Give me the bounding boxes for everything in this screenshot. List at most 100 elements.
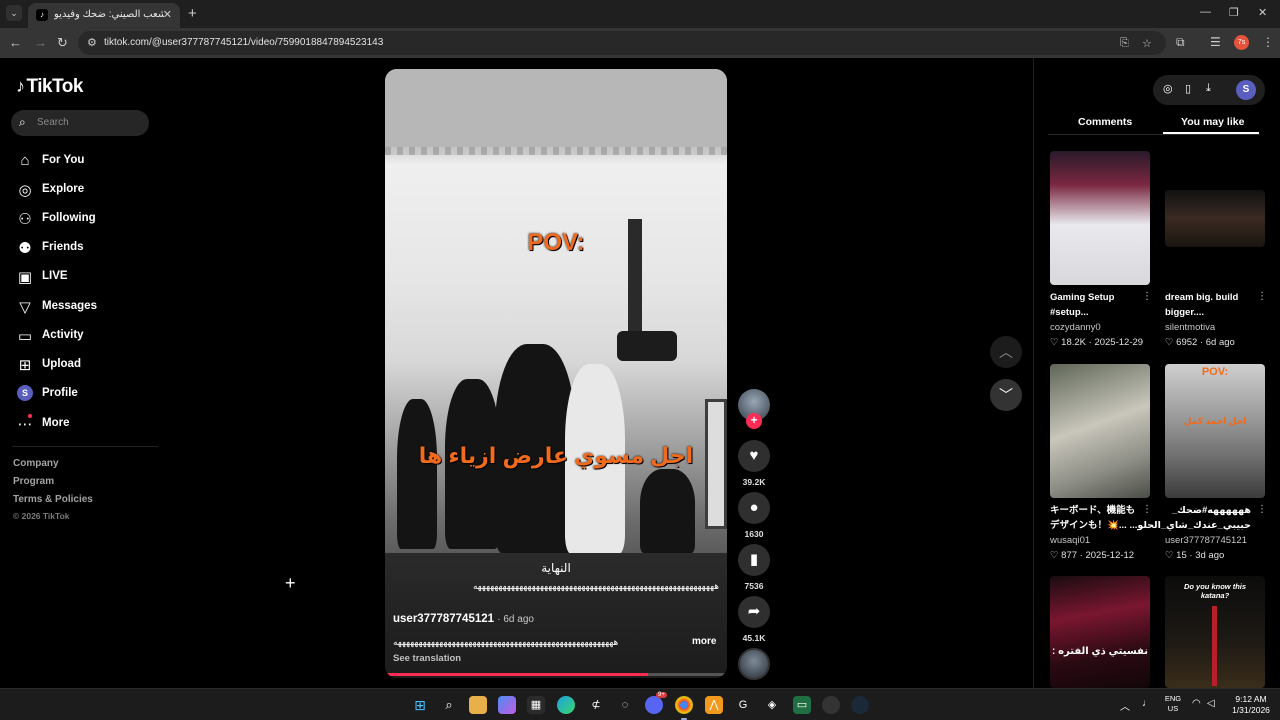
store-icon[interactable]: ▦ <box>527 696 545 714</box>
windows-start-icon[interactable]: ⊞ <box>411 696 429 714</box>
system-clock[interactable]: 9:12 AM 1/31/2026 <box>1226 694 1276 716</box>
close-window-icon[interactable]: ✕ <box>1258 6 1267 19</box>
terminal-icon[interactable]: ▭ <box>793 696 811 714</box>
card-author[interactable]: silentmotiva <box>1165 322 1215 333</box>
sidebar-item-for-you[interactable]: ⌂ For You <box>16 150 156 172</box>
microphone-icon[interactable]: ♩ <box>1142 698 1152 709</box>
app-icon[interactable]: G <box>734 696 752 714</box>
card-more-icon[interactable]: ⋮ <box>1257 504 1267 515</box>
card-title[interactable]: ههههههه#ضحك_ حبيبي_عندك_شاي_الحلو... <box>1129 503 1251 533</box>
file-explorer-icon[interactable] <box>469 696 487 714</box>
card-more-icon[interactable]: ⋮ <box>1142 504 1152 515</box>
chrome-icon[interactable] <box>675 696 693 720</box>
card-author[interactable]: wusaqi01 <box>1050 535 1090 546</box>
app-icon[interactable] <box>822 696 840 714</box>
sidebar-item-live[interactable]: ▣ LIVE <box>16 266 156 288</box>
tray-overflow-icon[interactable]: ︿ <box>1120 698 1130 713</box>
discord-icon[interactable] <box>645 696 663 714</box>
sidebar-item-following[interactable]: ⚇ Following <box>16 208 156 230</box>
forward-icon[interactable]: → <box>34 35 47 50</box>
sidebar-item-explore[interactable]: ◎ Explore <box>16 179 156 201</box>
sidebar-item-profile[interactable]: S Profile <box>16 383 156 405</box>
search-icon[interactable]: ⌕ <box>440 696 458 714</box>
copilot-icon[interactable] <box>498 696 516 714</box>
video-author[interactable]: user377787745121 · 6d ago <box>393 613 534 625</box>
sidebar-item-messages[interactable]: ▽ Messages <box>16 296 156 318</box>
author-name[interactable]: user377787745121 <box>393 613 494 625</box>
language-indicator[interactable]: ENG US <box>1162 694 1184 714</box>
reading-list-icon[interactable]: ☰ <box>1210 35 1221 49</box>
compass-icon[interactable]: ◎ <box>1163 82 1173 95</box>
url-text[interactable]: tiktok.com/@user377787745121/video/75990… <box>104 37 383 48</box>
card-author[interactable]: user377787745121 <box>1165 535 1247 546</box>
follow-plus-button[interactable]: + <box>746 413 762 429</box>
tiktok-logo[interactable]: ♪ TikTok <box>16 76 83 98</box>
user-avatar[interactable]: S <box>1236 80 1256 100</box>
save-button[interactable]: ▮ <box>738 544 770 576</box>
footer-company-link[interactable]: Company <box>13 458 59 469</box>
bookmark-star-icon[interactable]: ☆ <box>1142 37 1152 50</box>
video-thumbnail[interactable]: Do you know this katana? <box>1165 576 1265 688</box>
video-thumbnail[interactable] <box>1165 190 1265 247</box>
card-title[interactable]: dream big. build bigger.... <box>1165 290 1251 320</box>
browser-tab[interactable]: ♪ الشعب الصيني: ضحك وفيديو ✕ <box>28 3 180 28</box>
address-bar[interactable]: ⚙ tiktok.com/@user377787745121/video/759… <box>78 31 1166 55</box>
app-icon[interactable]: ◌ <box>616 696 634 714</box>
video-progress-bar[interactable] <box>385 673 727 676</box>
footer-program-link[interactable]: Program <box>13 476 54 487</box>
mobile-icon[interactable]: ▯ <box>1185 82 1191 95</box>
sidebar-item-more[interactable]: ⋯ More <box>16 413 156 435</box>
restore-icon[interactable]: ❐ <box>1229 6 1239 19</box>
browser-profile-avatar[interactable]: 7s <box>1234 35 1249 50</box>
browser-menu-icon[interactable]: ⋮ <box>1262 35 1274 49</box>
card-author[interactable]: cozydanny0 <box>1050 322 1101 333</box>
music-disc-icon[interactable] <box>738 648 770 680</box>
card-title[interactable]: Gaming Setup #setup... <box>1050 290 1136 320</box>
next-video-button[interactable]: ﹀ <box>990 379 1022 411</box>
wifi-icon[interactable]: ◠ <box>1192 698 1201 709</box>
edge-icon[interactable] <box>557 696 575 714</box>
card-meta: ♡ 877 · 2025-12-12 <box>1050 550 1135 561</box>
previous-video-button[interactable]: ︿ <box>990 336 1022 368</box>
close-tab-icon[interactable]: ✕ <box>163 8 172 21</box>
tab-comments[interactable]: Comments <box>1078 116 1132 128</box>
see-translation-link[interactable]: See translation <box>393 653 461 664</box>
minimize-icon[interactable]: — <box>1200 6 1211 18</box>
install-app-icon[interactable]: ⎘ <box>1120 37 1129 50</box>
app-icon[interactable]: ⋀ <box>705 696 723 714</box>
sidebar-item-activity[interactable]: ▭ Activity <box>16 325 156 347</box>
reload-icon[interactable]: ↻ <box>57 35 68 51</box>
chevron-down-icon: ﹀ <box>999 387 1013 403</box>
bookmark-icon: ▮ <box>749 551 759 568</box>
video-top-band <box>385 69 727 147</box>
app-icon[interactable]: ◈ <box>763 696 781 714</box>
sidebar-item-upload[interactable]: ⊞ Upload <box>16 354 156 376</box>
app-icon[interactable]: ⊄ <box>587 696 605 714</box>
description-more-button[interactable]: more <box>692 636 716 647</box>
tab-search-chevron-icon[interactable]: ⌄ <box>6 5 22 21</box>
video-overlay-caption: اجل مسوي عارض ازياء ها <box>418 443 694 468</box>
footer-terms-link[interactable]: Terms & Policies <box>13 494 93 505</box>
tab-you-may-like[interactable]: You may like <box>1181 116 1244 128</box>
site-info-icon[interactable]: ⚙ <box>87 36 97 49</box>
search-input[interactable]: ⌕ Search <box>11 110 149 136</box>
back-icon[interactable]: ← <box>9 35 22 50</box>
card-more-icon[interactable]: ⋮ <box>1257 291 1267 302</box>
card-title[interactable]: キーボード、機能もデザインも！💥... <box>1050 503 1136 533</box>
steam-icon[interactable] <box>851 696 869 714</box>
like-button[interactable]: ♥ <box>738 440 770 472</box>
video-thumbnail[interactable]: POV: اجل احمد كمل <box>1165 364 1265 498</box>
video-thumbnail[interactable] <box>1050 364 1150 498</box>
new-tab-button[interactable]: + <box>188 5 197 22</box>
comment-button[interactable]: ● <box>738 492 770 524</box>
extensions-icon[interactable]: ⧉ <box>1176 35 1185 50</box>
video-thumbnail[interactable]: نفسيتي ذي الفتره : <box>1050 576 1150 688</box>
share-button[interactable]: ➦ <box>738 596 770 628</box>
sidebar-item-friends[interactable]: ⚉ Friends <box>16 237 156 259</box>
card-more-icon[interactable]: ⋮ <box>1142 291 1152 302</box>
video-thumbnail[interactable] <box>1050 151 1150 285</box>
video-player[interactable]: POV: اجل مسوي عارض ازياء ها النهاية هههه… <box>385 69 727 678</box>
volume-icon[interactable]: ◁ <box>1207 698 1215 709</box>
download-icon[interactable]: ⤓ <box>1206 82 1211 95</box>
friends-icon: ⚉ <box>18 240 32 257</box>
